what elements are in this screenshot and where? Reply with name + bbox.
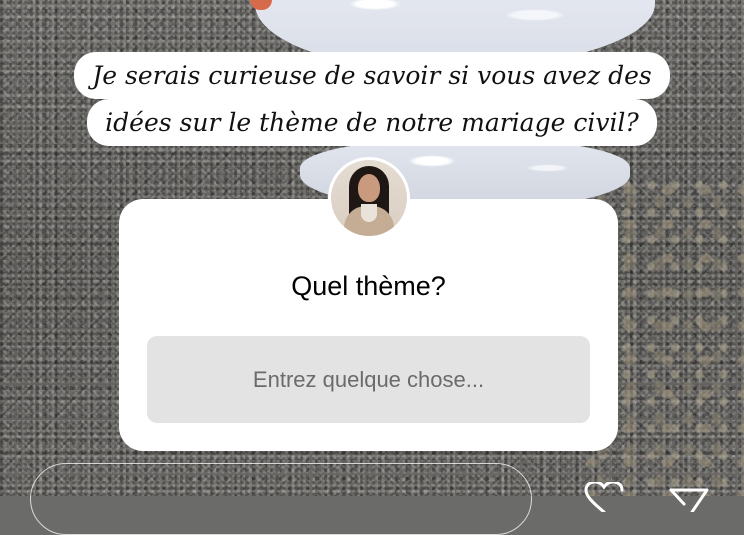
answer-input[interactable]: Entrez quelque chose...: [147, 336, 590, 423]
avatar: [331, 160, 407, 236]
story-caption-line-1: Je serais curieuse de savoir si vous ave…: [74, 52, 670, 99]
story-caption-line-2: idées sur le thème de notre mariage civi…: [87, 99, 657, 146]
send-icon[interactable]: [668, 482, 710, 512]
question-title: Quel thème?: [291, 271, 446, 301]
story-caption: Je serais curieuse de savoir si vous ave…: [32, 52, 712, 146]
reply-message-input[interactable]: [30, 463, 532, 535]
question-sticker-avatar: [328, 157, 410, 239]
answer-placeholder: Entrez quelque chose...: [252, 366, 485, 392]
heart-icon[interactable]: [584, 482, 624, 512]
